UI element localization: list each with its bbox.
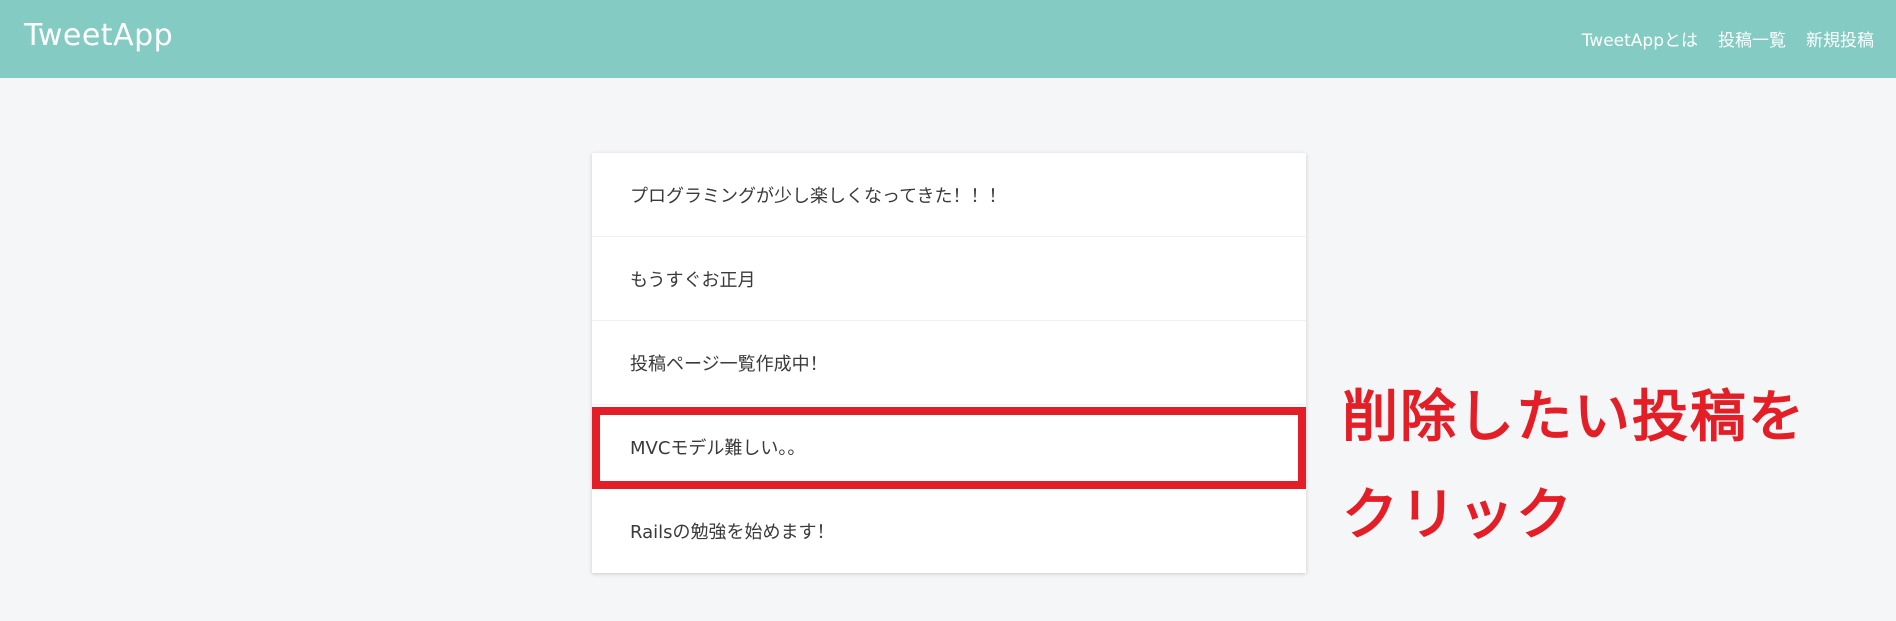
nav-link-new-post[interactable]: 新規投稿	[1806, 26, 1874, 51]
annotation-text-line2: クリック	[1342, 483, 1574, 548]
site-header: TweetApp TweetAppとは 投稿一覧 新規投稿	[0, 0, 1896, 78]
posts-list: プログラミングが少し楽しくなってきた！！！ もうすぐお正月 投稿ページ一覧作成中…	[592, 153, 1306, 573]
logo-link[interactable]: TweetApp	[24, 18, 173, 53]
post-item[interactable]: Railsの勉強を始めます！	[592, 489, 1306, 573]
header-nav: TweetAppとは 投稿一覧 新規投稿	[1582, 26, 1874, 51]
post-item[interactable]: MVCモデル難しい。。	[592, 405, 1306, 489]
nav-link-posts-index[interactable]: 投稿一覧	[1718, 26, 1786, 51]
post-item[interactable]: 投稿ページ一覧作成中！	[592, 321, 1306, 405]
annotation-text-line1: 削除したい投稿を	[1342, 385, 1806, 450]
post-item[interactable]: プログラミングが少し楽しくなってきた！！！	[592, 153, 1306, 237]
post-item[interactable]: もうすぐお正月	[592, 237, 1306, 321]
nav-link-about[interactable]: TweetAppとは	[1582, 26, 1698, 51]
